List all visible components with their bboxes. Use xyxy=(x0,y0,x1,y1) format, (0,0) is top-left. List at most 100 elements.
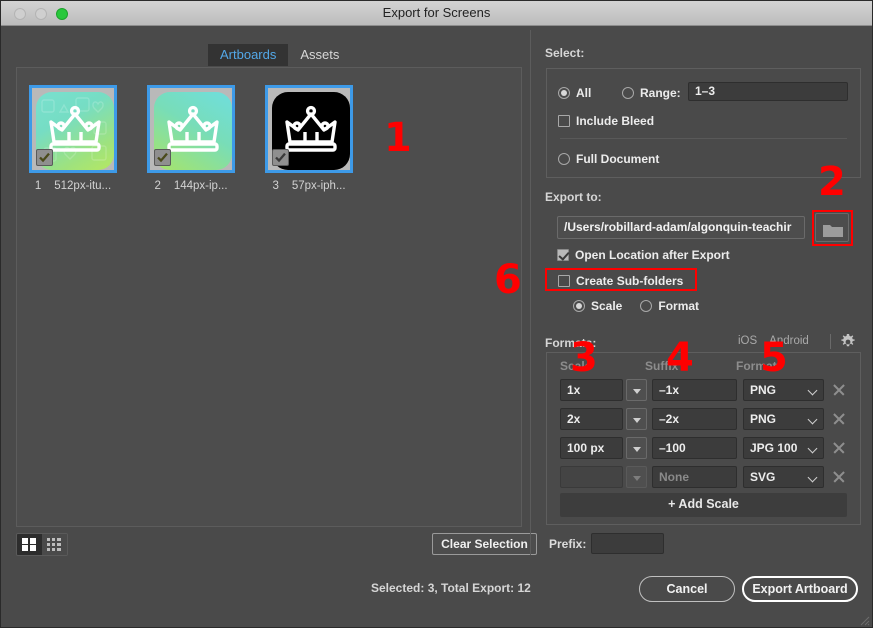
title-bar: Export for Screens xyxy=(0,0,873,26)
artboard-thumbnail[interactable] xyxy=(29,85,117,173)
artboard-checkbox[interactable] xyxy=(154,149,171,166)
scale-dropdown-button[interactable] xyxy=(626,437,647,459)
checkbox-open-location-icon[interactable] xyxy=(557,249,569,261)
artboard-checkbox[interactable] xyxy=(36,149,53,166)
select-range-option[interactable]: Range: xyxy=(622,86,681,100)
chevron-down-icon xyxy=(633,476,641,481)
tab-artboards[interactable]: Artboards xyxy=(208,44,289,66)
scale-dropdown-button xyxy=(626,466,647,488)
chevron-down-icon xyxy=(633,418,641,423)
radio-all-icon[interactable] xyxy=(558,87,570,99)
grid-view-icon[interactable] xyxy=(17,534,42,555)
annotation-4: 4 xyxy=(666,335,694,381)
select-section-label: Select: xyxy=(545,46,585,60)
gear-icon[interactable] xyxy=(840,334,856,350)
scale-dropdown-button[interactable] xyxy=(626,379,647,401)
chevron-down-icon xyxy=(807,385,818,396)
artboard-list-panel[interactable]: 1 512px-itu... 2 144px-ip... 3 57px-iph.… xyxy=(16,67,522,527)
range-input[interactable]: 1–3 xyxy=(688,82,848,101)
radio-scale-icon[interactable] xyxy=(573,300,585,312)
annotation-5: 5 xyxy=(760,335,788,381)
scale-radio-label: Scale xyxy=(591,299,623,313)
export-artboard-button[interactable]: Export Artboard xyxy=(742,576,858,602)
scale-format-radio-group: Scale Format xyxy=(573,299,699,313)
select-range-label: Range: xyxy=(640,86,681,100)
cancel-button[interactable]: Cancel xyxy=(639,576,735,602)
include-bleed-option[interactable]: Include Bleed xyxy=(558,114,654,128)
suffix-input[interactable]: –100 xyxy=(652,437,737,459)
prefix-input[interactable] xyxy=(591,533,664,554)
artboard-number: 3 xyxy=(272,180,279,192)
artboard-thumbnail[interactable] xyxy=(265,85,353,173)
window-title: Export for Screens xyxy=(382,5,491,20)
select-separator xyxy=(560,138,847,139)
scale-input[interactable]: 2x xyxy=(560,408,623,430)
artboard-name: 144px-ip... xyxy=(173,180,228,192)
full-document-label: Full Document xyxy=(576,152,660,166)
artboard-number: 1 xyxy=(34,180,42,192)
format-select-value: JPG 100 xyxy=(750,441,798,455)
resize-grip[interactable] xyxy=(860,615,870,626)
remove-row-button[interactable] xyxy=(832,441,846,455)
radio-range-icon[interactable] xyxy=(622,87,634,99)
annotation-6: 6 xyxy=(494,257,522,303)
panel-divider xyxy=(530,30,531,555)
annotation-box-subfolders xyxy=(545,268,697,291)
remove-row-button[interactable] xyxy=(832,383,846,397)
annotation-2: 2 xyxy=(818,159,846,205)
suffix-input[interactable]: None xyxy=(652,466,737,488)
list-view-icon[interactable] xyxy=(42,534,67,555)
artboard-label: 2 144px-ip... xyxy=(139,180,243,192)
os-preset-ios[interactable]: iOS xyxy=(738,335,757,347)
chevron-down-icon xyxy=(807,472,818,483)
artboard-name: 57px-iph... xyxy=(291,180,346,192)
radio-full-document-icon[interactable] xyxy=(558,153,570,165)
artboard-number: 2 xyxy=(154,180,161,192)
format-radio-label: Format xyxy=(658,299,700,313)
add-scale-button[interactable]: + Add Scale xyxy=(560,493,847,517)
format-select[interactable]: JPG 100 xyxy=(743,437,824,459)
open-location-option[interactable]: Open Location after Export xyxy=(557,248,730,262)
scale-input[interactable] xyxy=(560,466,623,488)
export-status-text: Selected: 3, Total Export: 12 xyxy=(371,581,531,595)
format-row: 2x –2x PNG xyxy=(546,408,861,432)
artboard-name: 512px-itu... xyxy=(54,180,112,192)
open-location-label: Open Location after Export xyxy=(575,248,730,262)
tab-assets[interactable]: Assets xyxy=(288,44,351,66)
select-all-option[interactable]: All xyxy=(558,86,591,100)
export-path-input[interactable]: /Users/robillard-adam/algonquin-teachir xyxy=(557,216,805,239)
suffix-input[interactable]: –1x xyxy=(652,379,737,401)
scale-dropdown-button[interactable] xyxy=(626,408,647,430)
format-select-value: SVG xyxy=(750,470,776,484)
prefix-label: Prefix: xyxy=(549,537,587,551)
format-select[interactable]: PNG xyxy=(743,408,824,430)
full-document-option[interactable]: Full Document xyxy=(558,152,659,166)
annotation-1: 1 xyxy=(384,115,412,161)
format-select[interactable]: SVG xyxy=(743,466,824,488)
select-all-label: All xyxy=(576,86,592,100)
annotation-box-folder xyxy=(812,210,853,246)
artboard-checkbox[interactable] xyxy=(272,149,289,166)
artboard-item[interactable]: 3 57px-iph... xyxy=(257,85,361,192)
artboard-item[interactable]: 1 512px-itu... xyxy=(21,85,125,192)
export-to-label: Export to: xyxy=(545,190,602,204)
scale-input[interactable]: 1x xyxy=(560,379,623,401)
artboard-thumbnail[interactable] xyxy=(147,85,235,173)
format-row: None SVG xyxy=(546,466,861,490)
remove-row-button[interactable] xyxy=(832,412,846,426)
checkbox-include-bleed-icon[interactable] xyxy=(558,115,570,127)
radio-format-icon[interactable] xyxy=(640,300,653,312)
suffix-input[interactable]: –2x xyxy=(652,408,737,430)
format-select-value: PNG xyxy=(750,383,777,397)
annotation-3: 3 xyxy=(570,335,598,381)
export-for-screens-dialog: Export for Screens Artboards Assets 1 51… xyxy=(0,0,873,628)
scale-input[interactable]: 100 px xyxy=(560,437,623,459)
format-select[interactable]: PNG xyxy=(743,379,824,401)
chevron-down-icon xyxy=(633,389,641,394)
artboard-item[interactable]: 2 144px-ip... xyxy=(139,85,243,192)
artboard-label: 3 57px-iph... xyxy=(257,180,361,192)
remove-row-button[interactable] xyxy=(832,470,846,484)
format-row: 1x –1x PNG xyxy=(546,379,861,403)
clear-selection-button[interactable]: Clear Selection xyxy=(432,533,537,555)
chevron-down-icon xyxy=(807,414,818,425)
